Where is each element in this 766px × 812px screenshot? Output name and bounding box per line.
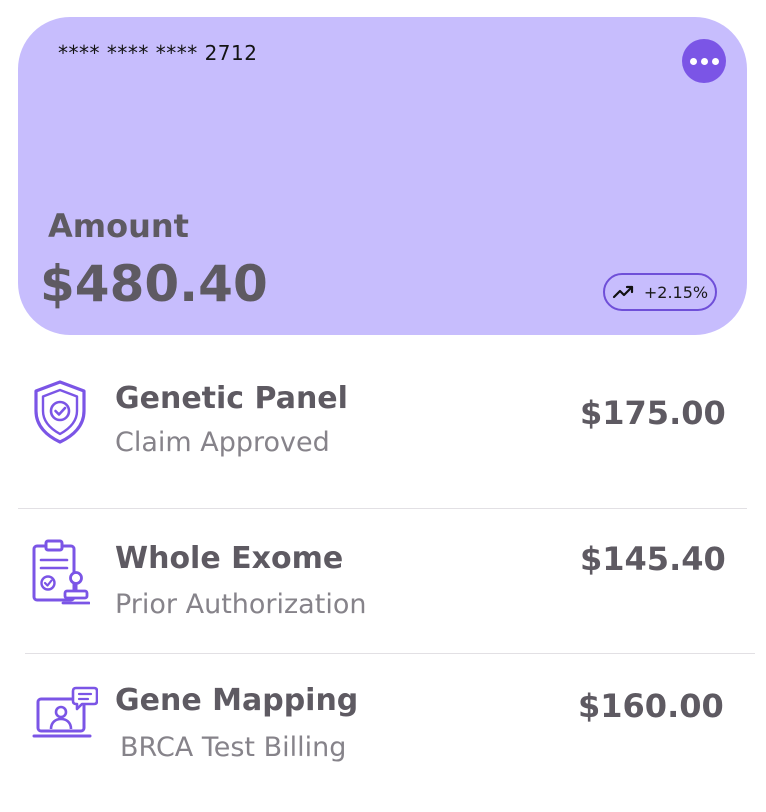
list-item[interactable]: Whole Exome Prior Authorization $145.40 [0,520,766,650]
item-subtitle: Claim Approved [115,427,330,458]
item-title: Whole Exome [115,541,344,576]
divider [25,653,755,654]
more-dots-icon [689,57,697,65]
trending-up-icon [612,285,633,299]
trend-value: +2.15% [643,282,709,302]
clipboard-stamp-icon [32,539,90,605]
list-item[interactable]: Gene Mapping BRCA Test Billing $160.00 [0,665,766,795]
item-subtitle: BRCA Test Billing [120,732,347,763]
item-subtitle: Prior Authorization [115,589,367,620]
item-title: Genetic Panel [115,381,348,416]
item-amount: $160.00 [578,687,724,725]
item-amount: $145.40 [580,540,726,578]
item-title: Gene Mapping [115,683,359,718]
amount-value: $480.40 [40,255,268,313]
card-number: **** **** **** 2712 [58,41,258,65]
list-item[interactable]: Genetic Panel Claim Approved $175.00 [0,360,766,490]
video-consultation-icon [32,686,98,738]
account-card[interactable]: **** **** **** 2712 Amount $480.40 +2.15… [18,17,747,335]
trend-badge: +2.15% [603,273,717,311]
divider [18,508,747,509]
shield-check-icon [34,380,86,444]
item-amount: $175.00 [580,394,726,432]
amount-label: Amount [48,207,189,245]
more-options-button[interactable] [682,39,726,83]
